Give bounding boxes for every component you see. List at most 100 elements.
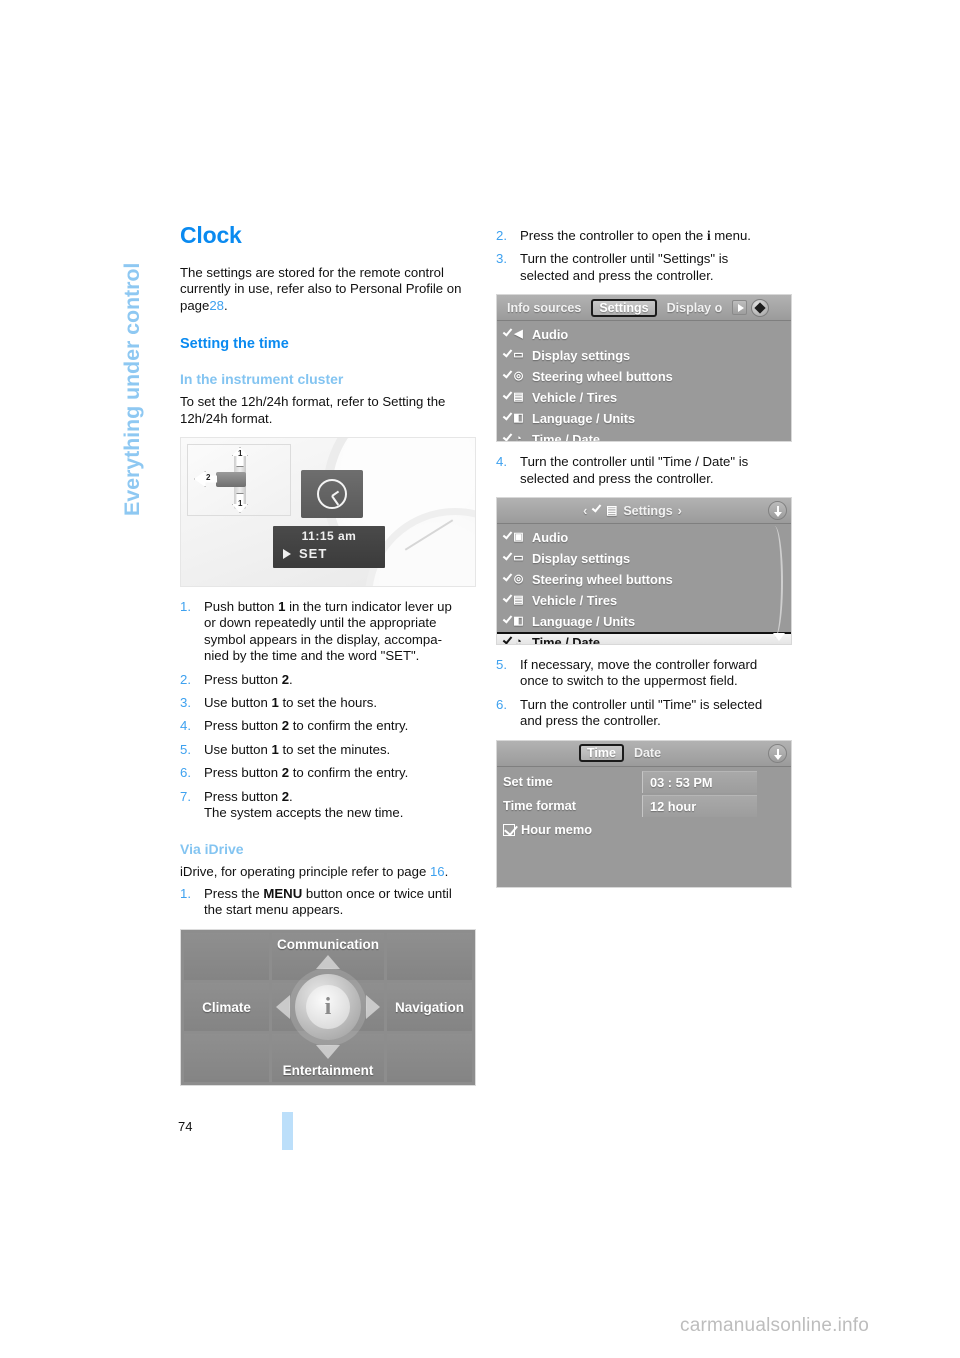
tab-settings[interactable]: Settings — [591, 298, 657, 317]
checkbox-checked-icon[interactable] — [503, 823, 515, 836]
subsection-heading-via-idrive: Via iDrive — [180, 840, 244, 857]
step-line: Turn the controller until "Time / Date" … — [520, 454, 749, 470]
checkmark-icon — [502, 368, 513, 379]
step-item: 6. Press button 2 to confirm the entry. — [180, 765, 476, 781]
start-menu-cell-empty — [184, 1034, 269, 1082]
step-item: 6. Turn the controller until "Time" is s… — [496, 697, 792, 730]
cluster-time-value: 11:15 am — [301, 529, 357, 544]
start-menu-item-entertainment[interactable]: Entertainment — [271, 1034, 385, 1082]
field-row-time-format[interactable]: Time format 12 hour — [497, 794, 791, 817]
menu-item-label: Vehicle / Tires — [532, 390, 618, 406]
checkmark-icon — [502, 613, 513, 624]
menu-glyph-icon: ◧ — [513, 412, 524, 425]
menu-glyph-icon: ▤ — [513, 391, 524, 404]
idrive-settings-rows: ◀ Audio ▭ Display settings ◎ Steering wheel b… — [497, 321, 791, 442]
step-number: 7. — [180, 788, 191, 804]
field-label: Time format — [503, 798, 577, 814]
breadcrumb-prev-icon[interactable]: ‹ — [583, 504, 587, 518]
tab-next-arrow-icon[interactable] — [732, 300, 748, 316]
screen-icon: ▭ — [502, 347, 525, 363]
step-number: 5. — [496, 657, 507, 673]
step-line: Press the MENU button once or twice unti… — [204, 886, 476, 902]
start-menu-item-navigation[interactable]: Navigation — [387, 983, 472, 1032]
clock-icon — [317, 479, 347, 510]
intro-paragraph: The settings are stored for the remote c… — [180, 265, 476, 314]
step-number: 4. — [496, 454, 507, 470]
turn-indicator-lever-inset: 1 1 2 — [187, 444, 291, 517]
settings-car-icon: ▤ — [592, 502, 618, 518]
checkmark-icon — [502, 529, 513, 540]
step-text-pre: Press the controller to open the — [520, 228, 704, 243]
settings-menu-item-audio[interactable]: ◀ Audio — [497, 324, 791, 345]
step-line: If necessary, move the controller forwar… — [520, 657, 758, 673]
triangle-right-icon — [283, 549, 291, 560]
step-item: 4. Press button 2 to confirm the entry. — [180, 718, 476, 734]
idrive-start-menu-figure: Communication Climate Navigation Enterta… — [180, 928, 476, 1086]
scroll-down-orb-icon[interactable] — [768, 743, 787, 763]
menu-glyph-icon: ◔ — [515, 636, 522, 646]
settings-list-item-audio[interactable]: ▣ Audio — [497, 527, 791, 548]
intro-line-2: currently in use, refer also to Personal… — [180, 281, 462, 297]
field-value[interactable]: 03 : 53 PM — [642, 770, 757, 793]
subsection-line-2: 12h/24h format. — [180, 410, 273, 426]
idrive-tabbar: Info sources Settings Display o — [497, 295, 791, 322]
menu-glyph-icon: ▤ — [513, 594, 524, 607]
menu-icon: ▤ — [502, 592, 525, 608]
step-line: Push button 1 in the turn indicator leve… — [204, 599, 452, 615]
settings-list-item-vehicle-tires[interactable]: ▤ Vehicle / Tires — [497, 590, 791, 611]
menu-item-label: Language / Units — [532, 411, 636, 427]
settings-list-item-steering-wheel-buttons[interactable]: ◎ Steering wheel buttons — [497, 569, 791, 590]
settings-menu-item-language-units[interactable]: ◧ Language / Units — [497, 408, 791, 429]
scroll-down-orb-icon[interactable] — [768, 501, 787, 521]
page-reference-16[interactable]: 16 — [430, 864, 445, 879]
breadcrumb-next-icon[interactable]: › — [678, 504, 682, 518]
tab-time[interactable]: Time — [579, 744, 624, 763]
tab-display-options[interactable]: Display o — [661, 300, 729, 316]
tab-date[interactable]: Date — [628, 745, 667, 761]
settings-menu-item-time-date[interactable]: ◔ Time / Date — [497, 429, 791, 442]
idrive-settings-menu-figure: Info sources Settings Display o ◀ Audio ▭ D… — [496, 294, 792, 443]
step-line: the start menu appears. — [204, 902, 344, 918]
tab-info-sources[interactable]: Info sources — [501, 300, 587, 316]
settings-list-item-time-date[interactable]: ◔ Time / Date — [497, 632, 791, 645]
step-item: 5. Use button 1 to set the minutes. — [180, 742, 476, 758]
field-row-set-time[interactable]: Set time 03 : 53 PM — [497, 770, 791, 793]
cluster-set-label: SET — [299, 546, 328, 562]
start-menu-item-climate[interactable]: Climate — [184, 983, 269, 1032]
clock-minute-hand — [331, 495, 340, 506]
settings-menu-item-vehicle-tires[interactable]: ▤ Vehicle / Tires — [497, 387, 791, 408]
checkmark-icon — [502, 347, 513, 358]
menu-item-label: Time / Date — [532, 432, 601, 443]
scroll-down-arrow-icon[interactable] — [773, 633, 785, 642]
menu-glyph-icon: ◧ — [513, 615, 524, 628]
settings-menu-item-display-settings[interactable]: ▭ Display settings — [497, 345, 791, 366]
step-item: 3. Turn the controller until "Settings" … — [496, 251, 792, 284]
settings-menu-item-steering-wheel-buttons[interactable]: ◎ Steering wheel buttons — [497, 366, 791, 387]
page-number: 74 — [178, 1119, 193, 1134]
step-line: Turn the controller until "Time" is sele… — [520, 696, 763, 712]
instrument-cluster-figure: 1 1 2 11:15 am SET WCD11.01.24M — [180, 437, 476, 588]
step-item: 2. Press button 2. — [180, 672, 476, 688]
car-icon: ▤ — [502, 389, 525, 405]
idrive-body-post: . — [444, 863, 449, 879]
intro-line-1: The settings are stored for the remote c… — [180, 265, 444, 280]
settings-list-item-display-settings[interactable]: ▭ Display settings — [497, 548, 791, 569]
step-line: Press button 2 to confirm the entry. — [204, 718, 409, 734]
checkmark-icon — [502, 389, 513, 400]
start-menu-item-communication[interactable]: Communication — [271, 932, 385, 981]
step-line: selected and press the controller. — [520, 267, 714, 283]
field-value[interactable]: 12 hour — [642, 794, 757, 817]
step-number: 3. — [496, 251, 507, 267]
page-reference-28[interactable]: 28 — [209, 298, 224, 313]
menu-item-label: Audio — [532, 327, 569, 343]
clock-icon: ◔ — [502, 431, 525, 442]
checkbox-row-hour-memo[interactable]: Hour memo — [497, 819, 791, 841]
step-line: Press button 2. — [204, 671, 293, 687]
idrive-settings-list-rows: ▣ Audio ▭ Display settings ◎ Steering wheel b… — [497, 524, 791, 645]
settings-list-item-language-units[interactable]: ◧ Language / Units — [497, 611, 791, 632]
breadcrumb-label: Settings — [623, 503, 673, 518]
step-text-post: button once or twice until — [305, 885, 452, 901]
step-item: 1. Push button 1 in the turn indicator le… — [180, 599, 476, 665]
subsection-line-1: To set the 12h/24h format, refer to Sett… — [180, 394, 446, 410]
step-line: nied by the time and the word "SET". — [204, 648, 420, 664]
